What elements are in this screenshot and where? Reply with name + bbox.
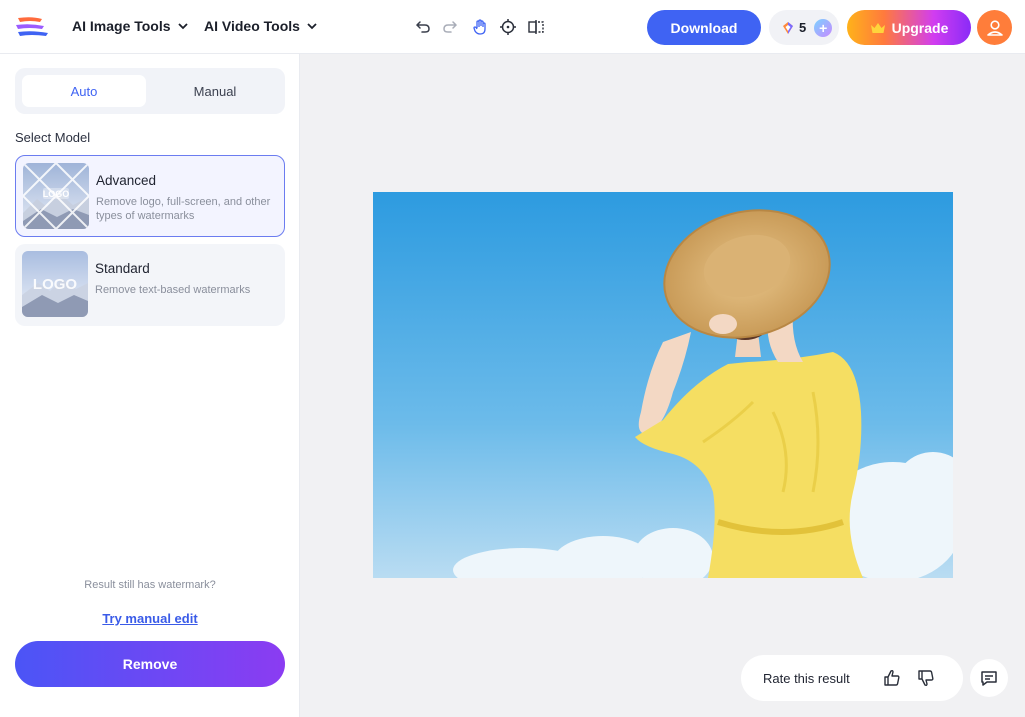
mode-toggle: Auto Manual	[15, 68, 285, 114]
credits-counter: 5 +	[769, 10, 839, 45]
download-button[interactable]: Download	[647, 10, 761, 45]
crosshair-icon	[500, 19, 516, 35]
app-logo[interactable]	[14, 15, 50, 39]
crosshair-tool-button[interactable]	[498, 17, 518, 37]
upgrade-label: Upgrade	[891, 19, 949, 36]
tab-manual[interactable]: Manual	[153, 75, 277, 107]
advanced-thumbnail: LOGO	[23, 163, 89, 229]
redo-button[interactable]	[440, 17, 460, 37]
select-model-label: Select Model	[15, 130, 91, 145]
chevron-down-icon	[177, 23, 188, 30]
add-credits-button[interactable]: +	[814, 18, 833, 37]
ai-image-tools-label: AI Image Tools	[72, 18, 171, 34]
model-title: Standard	[95, 261, 150, 276]
thumbs-up-icon[interactable]	[882, 668, 902, 688]
crown-icon	[870, 22, 885, 33]
user-icon	[986, 19, 1003, 36]
ai-video-tools-label: AI Video Tools	[204, 18, 300, 34]
ai-image-tools-menu[interactable]: AI Image Tools	[72, 18, 189, 34]
upgrade-button[interactable]: Upgrade	[847, 10, 971, 45]
sidebar: Auto Manual Select Model LOGO Advanced R…	[0, 54, 300, 717]
model-description: Remove logo, full-screen, and other type…	[96, 196, 271, 222]
hand-tool-button[interactable]	[470, 17, 490, 37]
rate-result-label: Rate this result	[763, 670, 850, 686]
standard-thumbnail: LOGO	[22, 251, 88, 317]
top-bar: AI Image Tools AI Video Tools Download 5…	[0, 0, 1025, 54]
ai-video-tools-menu[interactable]: AI Video Tools	[204, 18, 318, 34]
model-card-advanced[interactable]: LOGO Advanced Remove logo, full-screen, …	[15, 155, 285, 237]
thumb-logo-text: LOGO	[33, 276, 77, 293]
undo-icon	[415, 21, 430, 33]
thumb-logo-text: LOGO	[43, 189, 70, 199]
thumbs-down-icon[interactable]	[916, 668, 936, 688]
gem-icon	[783, 21, 793, 34]
feedback-button[interactable]	[970, 659, 1008, 697]
redo-icon	[443, 21, 458, 33]
tab-auto[interactable]: Auto	[22, 75, 146, 107]
undo-button[interactable]	[413, 17, 433, 37]
preview-image[interactable]	[373, 192, 953, 578]
remove-button[interactable]: Remove	[15, 641, 285, 687]
model-title: Advanced	[96, 173, 157, 188]
hand-icon	[473, 19, 486, 35]
compare-tool-button[interactable]	[526, 17, 546, 37]
avatar[interactable]	[977, 10, 1012, 45]
chevron-down-icon	[307, 23, 317, 30]
credits-count: 5	[799, 20, 807, 35]
model-card-standard[interactable]: LOGO Standard Remove text-based watermar…	[15, 244, 285, 326]
watermark-hint: Result still has watermark?	[84, 579, 216, 591]
try-manual-edit-link[interactable]: Try manual edit	[0, 611, 300, 626]
model-description: Remove text-based watermarks	[95, 284, 251, 296]
compare-icon	[528, 20, 544, 34]
rate-result-bar: Rate this result	[741, 655, 963, 701]
canvas-area: Rate this result	[300, 54, 1025, 717]
chat-icon	[981, 671, 997, 686]
